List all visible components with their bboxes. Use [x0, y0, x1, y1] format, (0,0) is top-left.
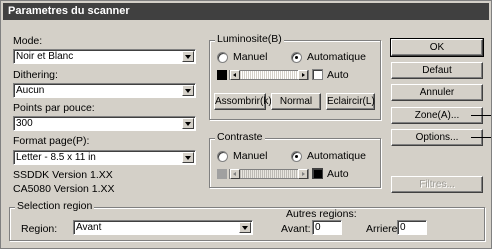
contraste-auto-radio[interactable] [291, 151, 302, 162]
assombrir-button[interactable]: Assombrir(k) [214, 93, 272, 110]
contraste-title: Contraste [215, 131, 265, 143]
mode-label: Mode: [13, 35, 43, 47]
version-ca5080: CA5080 Version 1.XX [13, 183, 115, 195]
luminosite-title: Luminosite(B) [215, 33, 284, 45]
arriere-label: Arriere: [366, 223, 401, 235]
luminosite-manuel-radio[interactable] [217, 52, 228, 63]
luminosite-slider[interactable] [229, 70, 309, 80]
slider-left-icon[interactable] [230, 169, 240, 179]
contraste-slider[interactable] [229, 169, 309, 179]
filtres-label: Filtres... [419, 179, 455, 190]
mode-value: Noir et Blanc [16, 51, 74, 62]
region-label: Region: [21, 223, 58, 235]
options-pointer-line [471, 137, 491, 138]
luminosite-manuel-label: Manuel [233, 51, 268, 63]
slider-right-icon[interactable] [298, 169, 308, 179]
contraste-group [209, 138, 381, 188]
version-ssddk: SSDDK Version 1.XX [13, 169, 113, 181]
chevron-down-icon[interactable] [239, 222, 251, 233]
dithering-value: Aucun [16, 85, 45, 96]
ppp-label: Points par pouce: [13, 102, 95, 114]
contraste-auto-check-label: Auto [327, 168, 349, 180]
ppp-select[interactable]: 300 [13, 116, 196, 131]
selection-region-title: Selection region [15, 200, 95, 212]
dithering-select[interactable]: Aucun [13, 83, 196, 98]
contraste-auto-checkbox[interactable] [312, 168, 323, 179]
format-select[interactable]: Letter - 8.5 x 11 in [13, 150, 196, 165]
mode-select[interactable]: Noir et Blanc [13, 49, 196, 64]
normal-button[interactable]: Normal [271, 93, 321, 110]
slider-right-icon[interactable] [298, 70, 308, 80]
luminosite-auto-label: Automatique [307, 51, 366, 63]
filtres-button[interactable]: Filtres... [391, 176, 483, 193]
avant-label: Avant: [281, 223, 311, 235]
zone-button[interactable]: Zone(A)... [391, 107, 483, 124]
luminosite-auto-check-label: Auto [327, 69, 349, 81]
luminosite-auto-checkbox[interactable] [312, 69, 323, 80]
chevron-down-icon[interactable] [182, 85, 194, 96]
eclaircir-button[interactable]: Eclaircir(L) [326, 93, 375, 110]
ok-button[interactable]: OK [390, 38, 484, 57]
autres-regions-label: Autres regions: [286, 208, 357, 220]
avant-input[interactable]: 0 [312, 220, 342, 235]
format-label: Format page(P): [13, 135, 90, 147]
zone-pointer-line [471, 115, 491, 116]
arriere-input[interactable]: 0 [397, 220, 427, 235]
options-button[interactable]: Options... [391, 129, 483, 146]
ppp-value: 300 [16, 118, 33, 129]
format-value: Letter - 8.5 x 11 in [16, 152, 96, 163]
chevron-down-icon[interactable] [182, 118, 194, 129]
chevron-down-icon[interactable] [182, 152, 194, 163]
slider-left-icon[interactable] [230, 70, 240, 80]
chevron-down-icon[interactable] [182, 51, 194, 62]
contraste-manuel-label: Manuel [233, 150, 268, 162]
defaut-button[interactable]: Defaut [391, 62, 483, 79]
region-select[interactable]: Avant [73, 220, 253, 235]
contraste-auto-label: Automatique [307, 150, 366, 162]
luminosite-auto-radio[interactable] [291, 52, 302, 63]
contraste-manuel-radio[interactable] [217, 151, 228, 162]
title-bar: Parametres du scanner [3, 3, 489, 20]
dark-swatch [217, 70, 227, 80]
dithering-label: Dithering: [13, 69, 58, 81]
contrast-swatch [217, 169, 227, 179]
annuler-button[interactable]: Annuler [391, 84, 483, 101]
scanner-dialog: Parametres du scanner Mode: Noir et Blan… [0, 0, 492, 249]
region-value: Avant [76, 222, 102, 233]
